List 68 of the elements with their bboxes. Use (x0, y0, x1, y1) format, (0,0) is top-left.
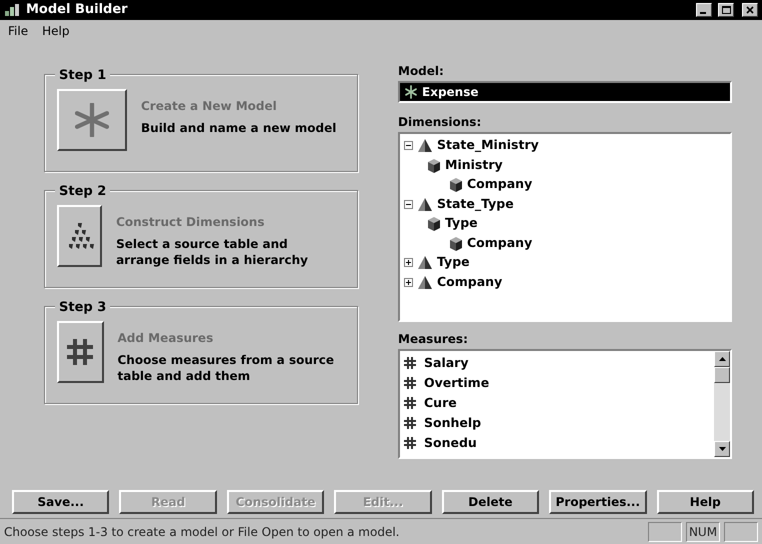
hash-icon (404, 397, 416, 409)
status-panel (648, 522, 682, 542)
step-title: Construct Dimensions (116, 214, 266, 231)
tree-item[interactable]: Ministry (445, 156, 503, 175)
cube-icon (426, 216, 441, 232)
list-item[interactable]: Sonhelp (424, 414, 482, 432)
close-button[interactable] (742, 3, 758, 17)
scroll-thumb[interactable] (714, 367, 730, 383)
app-icon (4, 3, 20, 17)
pyramid-icon (417, 196, 433, 212)
window-title: Model Builder (26, 1, 129, 20)
model-field[interactable]: Expense (398, 81, 732, 103)
menu-item[interactable]: File (8, 22, 28, 40)
status-message: Choose steps 1-3 to create a model or File Open to open a model. (4, 524, 400, 540)
scrollbar[interactable] (714, 351, 730, 457)
hash-icon (404, 357, 416, 369)
scroll-down-icon (718, 447, 726, 451)
status-indicator: NUM (686, 522, 720, 542)
tree-item[interactable]: Company (467, 234, 532, 253)
tree-item[interactable]: State_Ministry (437, 136, 539, 156)
hash-icon (404, 377, 416, 389)
list-item[interactable]: Overtime (424, 374, 490, 392)
action-button[interactable]: Save... (12, 490, 110, 514)
step-title: Add Measures (118, 330, 214, 347)
list-item[interactable]: Salary (424, 354, 468, 372)
step-title: Create a New Model (141, 98, 278, 115)
minimize-button[interactable] (696, 3, 712, 17)
action-button[interactable]: Help (656, 490, 754, 514)
scroll-up-icon (718, 357, 726, 361)
asterisk-icon (404, 85, 418, 99)
hash-icon (404, 437, 416, 449)
field-label: Model: (398, 63, 445, 80)
list-item[interactable]: Cure (424, 394, 457, 412)
status-panel (724, 522, 758, 542)
list-item[interactable]: Sonedu (424, 434, 477, 452)
cube-icon (448, 236, 463, 251)
hash-icon (65, 337, 96, 367)
maximize-button[interactable] (718, 3, 734, 17)
hash-icon (404, 417, 416, 429)
step-description: Build and name a new model (141, 121, 336, 137)
expand-icon[interactable] (404, 278, 413, 287)
action-button[interactable]: Delete (442, 490, 540, 514)
maximize-icon (722, 6, 730, 14)
step-button[interactable] (57, 205, 102, 267)
close-icon (746, 6, 754, 14)
expand-icon[interactable] (404, 258, 413, 268)
pyramid-icon (417, 274, 433, 290)
field-label: Dimensions: (398, 114, 482, 131)
cube-icon (426, 158, 441, 173)
tree-item[interactable]: Company (467, 175, 532, 194)
cube-icon (448, 177, 463, 192)
model-name: Expense (422, 84, 478, 101)
collapse-icon[interactable] (404, 141, 413, 150)
menu-item[interactable]: Help (42, 22, 70, 40)
action-button[interactable]: Properties... (549, 490, 647, 514)
tree-item[interactable]: Type (437, 253, 470, 272)
step-description: Choose measures from a source table and add them (118, 353, 336, 384)
field-label: Measures: (398, 331, 469, 348)
tree-item[interactable]: Company (437, 272, 502, 292)
step-button[interactable] (57, 89, 127, 151)
step-button[interactable] (57, 321, 104, 383)
tree-item[interactable]: Type (445, 214, 478, 234)
step-description: Select a source table and arrange fields in a hierarchy (116, 237, 309, 268)
tree-item[interactable]: State_Type (437, 194, 514, 214)
pyramid-icon (417, 255, 433, 270)
pyramid-icon (417, 138, 433, 154)
asterisk-icon (75, 103, 109, 137)
collapse-icon[interactable] (404, 200, 413, 209)
